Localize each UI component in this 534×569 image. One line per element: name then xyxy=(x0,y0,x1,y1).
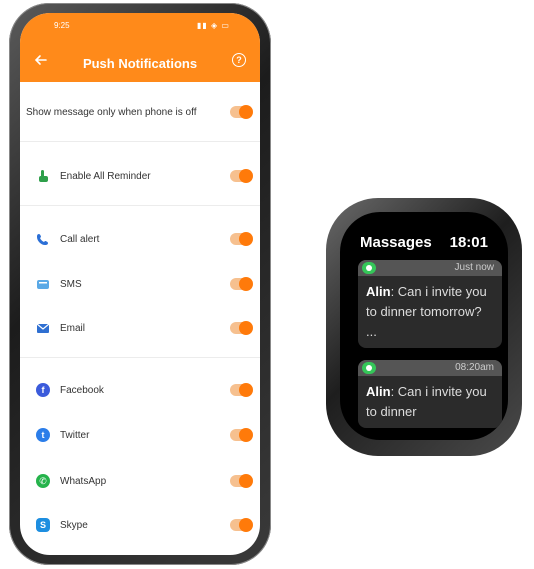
toggle-skype[interactable] xyxy=(230,518,253,532)
app-bar: 9:25 ▮▮ ◈ ▭ Push Notifications ? xyxy=(20,13,260,82)
card-body: Alin: Can i invite you to dinner tomorro… xyxy=(366,284,487,339)
facebook-icon: f xyxy=(36,383,50,397)
divider xyxy=(20,141,260,142)
setting-row-enable-all: Enable All Reminder xyxy=(20,162,260,192)
setting-label: Email xyxy=(60,323,86,334)
message-icon xyxy=(362,362,376,374)
setting-row-skype: S Skype xyxy=(20,511,260,541)
smartwatch: Massages 18:01 Just now Alin: Can i invi… xyxy=(326,198,522,456)
setting-label: Show message only when phone is off xyxy=(26,107,197,118)
divider xyxy=(20,205,260,206)
toggle-twitter[interactable] xyxy=(230,428,253,442)
card-sender: Alin xyxy=(366,384,391,399)
setting-row-twitter: t Twitter xyxy=(20,421,260,451)
watch-title: Massages xyxy=(360,234,432,251)
toggle-facebook[interactable] xyxy=(230,383,253,397)
notification-card[interactable]: 08:20am Alin: Can i invite you to dinner xyxy=(358,360,502,428)
phone: 9:25 ▮▮ ◈ ▭ Push Notifications ? Show me… xyxy=(9,3,271,565)
page-title: Push Notifications xyxy=(82,56,198,71)
twitter-icon: t xyxy=(36,428,50,442)
setting-row-email: Email xyxy=(20,314,260,344)
card-body: Alin: Can i invite you to dinner xyxy=(366,384,487,419)
status-icons: ▮▮ ◈ ▭ xyxy=(197,21,230,30)
card-header: Just now xyxy=(358,260,502,276)
setting-label: Skype xyxy=(60,520,88,531)
setting-label: Facebook xyxy=(60,385,104,396)
setting-row-show-only-off: Show message only when phone is off xyxy=(20,98,260,128)
card-time: 08:20am xyxy=(455,362,494,373)
toggle-sms[interactable] xyxy=(230,277,253,291)
notification-card[interactable]: Just now Alin: Can i invite you to dinne… xyxy=(358,260,502,348)
setting-label: Twitter xyxy=(60,430,90,441)
phone-screen: 9:25 ▮▮ ◈ ▭ Push Notifications ? Show me… xyxy=(20,13,260,555)
toggle-call-alert[interactable] xyxy=(230,232,253,246)
skype-icon: S xyxy=(36,518,50,532)
message-icon xyxy=(362,262,376,274)
setting-label: SMS xyxy=(60,279,82,290)
phone-icon xyxy=(37,234,48,245)
toggle-email[interactable] xyxy=(230,321,253,335)
card-time: Just now xyxy=(454,262,494,273)
setting-row-sms: SMS xyxy=(20,270,260,300)
divider xyxy=(20,357,260,358)
email-icon xyxy=(36,323,50,333)
sms-icon xyxy=(37,280,49,289)
hand-tap-icon xyxy=(39,170,48,182)
setting-row-facebook: f Facebook xyxy=(20,376,260,406)
toggle-whatsapp[interactable] xyxy=(230,474,253,488)
card-sender: Alin xyxy=(366,284,391,299)
status-time: 9:25 xyxy=(54,21,70,30)
setting-label: Call alert xyxy=(60,234,100,245)
card-header: 08:20am xyxy=(358,360,502,376)
status-bar: 9:25 ▮▮ ◈ ▭ xyxy=(20,19,260,33)
watch-screen: Massages 18:01 Just now Alin: Can i invi… xyxy=(340,212,508,440)
help-icon[interactable]: ? xyxy=(232,53,246,67)
setting-label: WhatsApp xyxy=(60,476,107,487)
setting-row-whatsapp: ✆ WhatsApp xyxy=(20,467,260,497)
setting-label: Enable All Reminder xyxy=(60,171,151,182)
toggle-show-only-off[interactable] xyxy=(230,105,253,119)
toggle-enable-all[interactable] xyxy=(230,169,253,183)
watch-time: 18:01 xyxy=(449,234,488,251)
setting-row-call-alert: Call alert xyxy=(20,225,260,255)
whatsapp-icon: ✆ xyxy=(36,474,50,488)
